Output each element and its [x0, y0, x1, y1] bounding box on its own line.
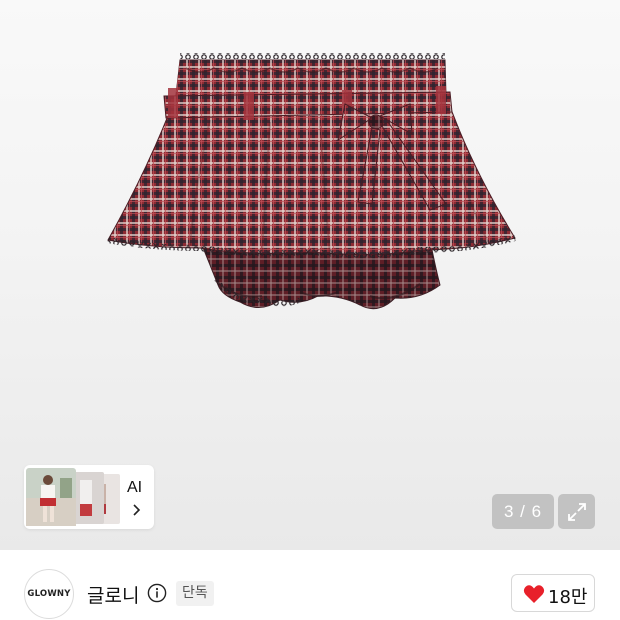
ai-styling-card[interactable]: AI	[24, 465, 154, 529]
exclusive-badge: 단독	[176, 581, 214, 606]
chevron-right-icon	[133, 504, 141, 516]
info-icon[interactable]	[147, 583, 167, 603]
expand-icon	[568, 503, 586, 521]
like-button[interactable]: 18만	[511, 574, 595, 612]
brand-name[interactable]: 글로니	[87, 581, 139, 608]
ai-style-thumbnails	[26, 468, 120, 526]
seller-bar: GLOWNY 글로니 단독 18만	[0, 550, 620, 620]
heart-icon	[523, 585, 545, 603]
fullscreen-button[interactable]	[558, 494, 595, 529]
brand-logo[interactable]: GLOWNY	[24, 569, 74, 619]
ai-label: AI	[127, 479, 143, 496]
like-count: 18만	[548, 587, 588, 608]
image-page-counter: 3 / 6	[492, 494, 554, 529]
product-image-gallery[interactable]: AI 3 / 6	[0, 0, 620, 550]
